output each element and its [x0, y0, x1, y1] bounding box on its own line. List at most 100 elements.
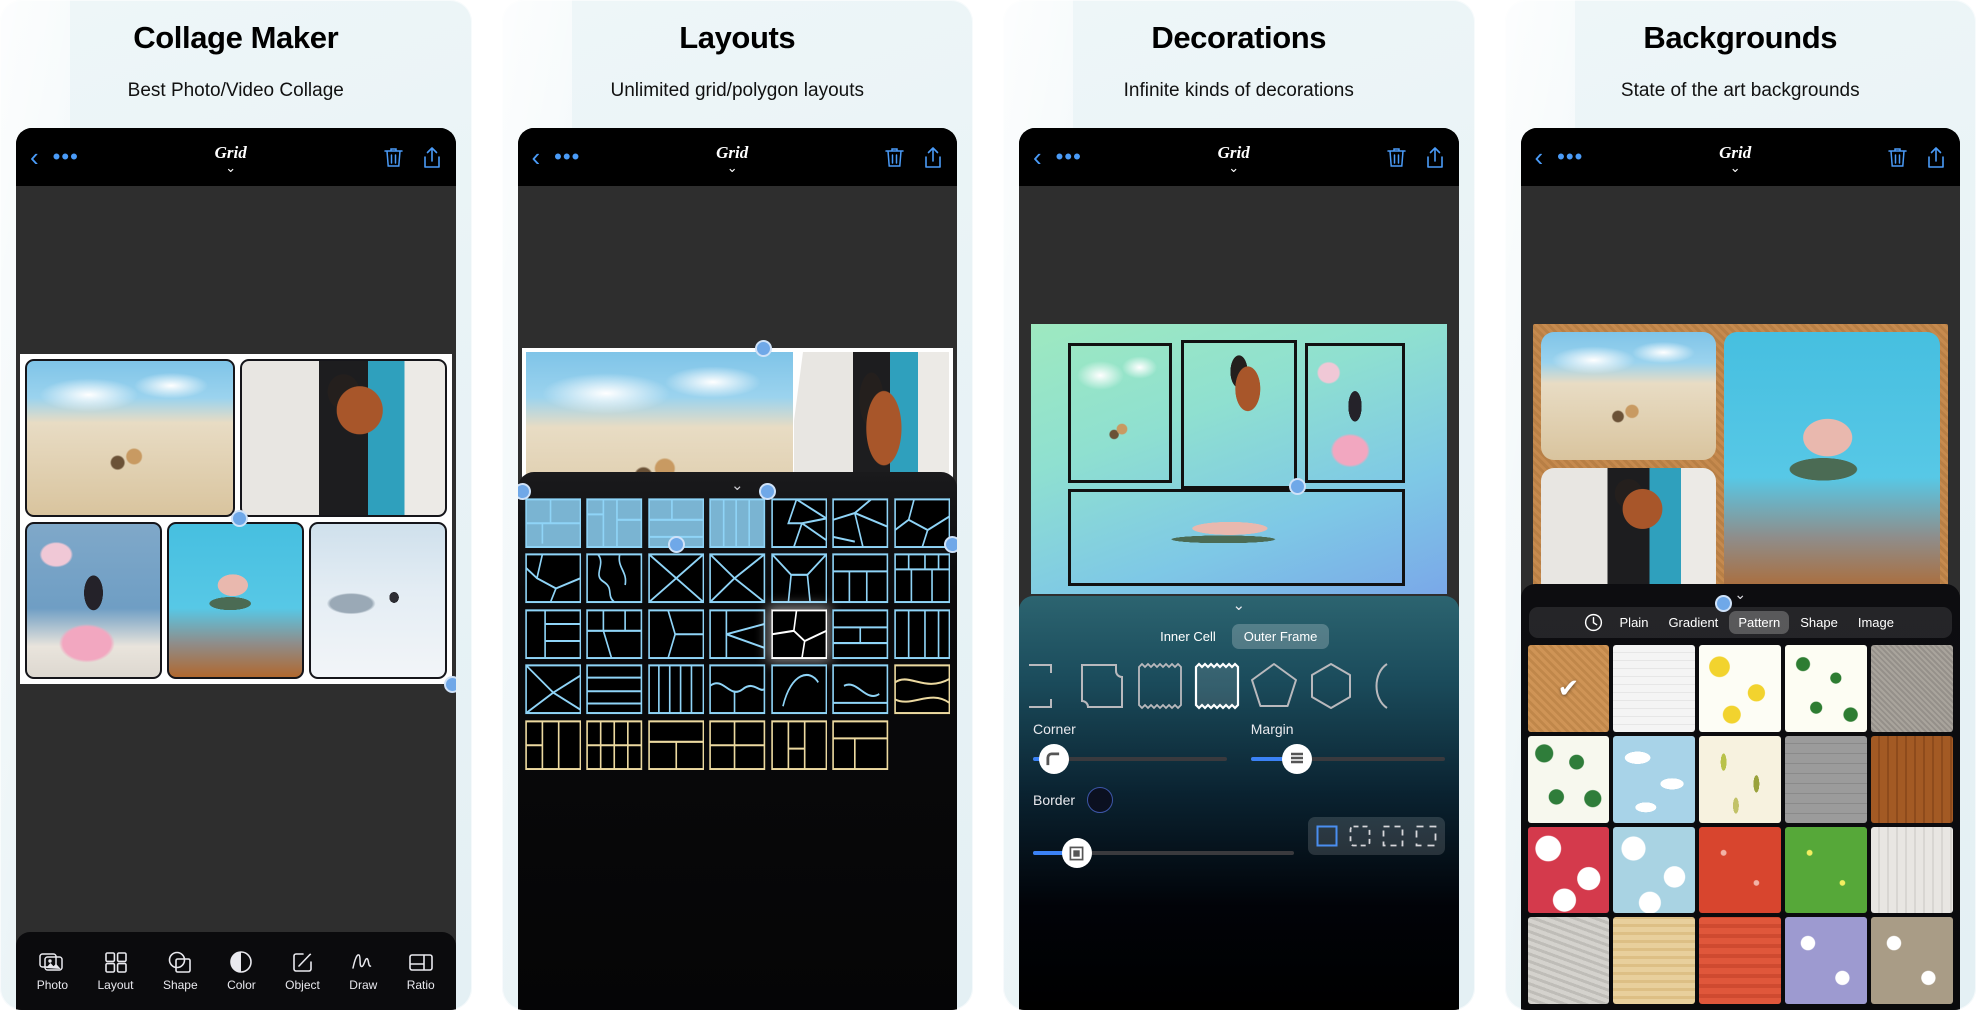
share-icon[interactable]: [923, 146, 943, 169]
background-category-tabs[interactable]: Plain Gradient Pattern Shape Image: [1528, 607, 1952, 638]
layout-thumbnail[interactable]: [709, 498, 766, 549]
shape-notched-square-icon[interactable]: [1078, 661, 1128, 711]
share-icon[interactable]: [422, 146, 442, 169]
editor-canvas-3[interactable]: ⌄ Inner Cell Outer Frame Corner Margin B…: [1019, 186, 1459, 1010]
frame-shape-list[interactable]: [1019, 649, 1459, 711]
back-icon[interactable]: ‹: [532, 144, 541, 170]
collage-cell[interactable]: [25, 521, 163, 679]
trash-icon[interactable]: [1887, 146, 1908, 169]
resize-handle[interactable]: [754, 340, 772, 357]
toolbar-item-color[interactable]: Color: [227, 950, 256, 992]
collage-cell[interactable]: [1068, 488, 1405, 586]
more-icon[interactable]: •••: [554, 146, 580, 168]
segment-inner-cell[interactable]: Inner Cell: [1148, 624, 1228, 649]
editor-canvas-4[interactable]: ⌄ Plain Gradient Pattern Shape Image ✔: [1520, 186, 1961, 1010]
collage-decorated-3[interactable]: [1031, 324, 1447, 594]
layout-thumbnail[interactable]: [524, 608, 581, 660]
slider-corner[interactable]: Corner: [1033, 721, 1227, 774]
slider-border[interactable]: [1033, 835, 1294, 868]
background-swatch-blue-polka[interactable]: [1613, 826, 1696, 914]
toolbar-item-layout[interactable]: Layout: [97, 950, 134, 992]
share-icon[interactable]: [1425, 146, 1445, 169]
slider-margin[interactable]: Margin: [1250, 721, 1445, 774]
background-swatch-yellow-leaves[interactable]: [1699, 645, 1782, 732]
editor-canvas-2[interactable]: ⌄: [517, 186, 957, 1010]
toolbar-item-object[interactable]: Object: [285, 950, 320, 992]
resize-handle[interactable]: [443, 676, 456, 693]
border-color-swatch[interactable]: [1087, 787, 1114, 813]
layout-thumbnail[interactable]: [524, 498, 581, 549]
collage-cell[interactable]: [240, 359, 447, 517]
decorations-sheet[interactable]: ⌄ Inner Cell Outer Frame Corner Margin B…: [1019, 596, 1459, 1010]
layout-thumbnail[interactable]: [893, 498, 950, 549]
layout-thumbnail[interactable]: [709, 608, 766, 660]
bottom-toolbar-1[interactable]: Photo Layout Shape Color Object Draw Rat…: [16, 932, 456, 1010]
layout-thumbnail[interactable]: [586, 608, 643, 660]
layout-thumbnail[interactable]: [770, 664, 827, 715]
background-swatch-grid[interactable]: ✔: [1521, 638, 1961, 1005]
collage-cell[interactable]: [1305, 342, 1405, 484]
layout-thumbnail[interactable]: [832, 498, 889, 549]
layout-thumbnail[interactable]: [647, 608, 704, 660]
border-style-selector[interactable]: [1307, 817, 1445, 855]
layout-thumbnail[interactable]: [709, 719, 766, 771]
collage-cell[interactable]: [1724, 332, 1940, 596]
background-swatch-dark-wood[interactable]: [1871, 735, 1953, 823]
layout-picker-sheet[interactable]: ⌄: [517, 472, 957, 1010]
trash-icon[interactable]: [1386, 146, 1407, 169]
background-swatch-red-polka[interactable]: [1527, 826, 1610, 914]
background-swatch-tan-crowns[interactable]: [1871, 917, 1953, 1005]
layout-thumbnail[interactable]: [586, 498, 643, 549]
sheet-chevron-down-icon[interactable]: ⌄: [1019, 598, 1459, 614]
background-swatch-cream-feathers[interactable]: [1699, 735, 1782, 823]
layout-thumbnail[interactable]: [647, 664, 704, 715]
trash-icon[interactable]: [383, 146, 404, 169]
layout-thumbnail[interactable]: [832, 664, 889, 715]
background-swatch-palm-trees[interactable]: [1785, 645, 1868, 732]
toolbar-item-draw[interactable]: Draw: [349, 950, 377, 992]
collage-cork-4[interactable]: [1533, 324, 1949, 612]
shape-bracket-icon[interactable]: [1025, 661, 1071, 711]
tab-image[interactable]: Image: [1849, 611, 1903, 634]
backgrounds-sheet[interactable]: ⌄ Plain Gradient Pattern Shape Image ✔: [1520, 584, 1961, 1010]
trash-icon[interactable]: [884, 146, 905, 169]
editor-canvas-1[interactable]: [16, 186, 456, 1010]
collage-cell[interactable]: [309, 521, 447, 679]
shape-zigzag-square-selected-icon[interactable]: [1192, 661, 1242, 711]
tab-gradient[interactable]: Gradient: [1659, 611, 1727, 634]
toolbar-item-ratio[interactable]: Ratio: [407, 950, 435, 992]
layout-thumbnail[interactable]: [586, 719, 643, 771]
background-swatch-white-wood[interactable]: [1613, 645, 1696, 732]
back-icon[interactable]: ‹: [1033, 144, 1042, 170]
more-icon[interactable]: •••: [1557, 146, 1583, 168]
topbar-title-group[interactable]: Grid ⌄: [1593, 143, 1877, 174]
collage-cell[interactable]: [1540, 468, 1717, 596]
layout-thumbnail[interactable]: [770, 553, 827, 604]
resize-handle[interactable]: [1288, 477, 1306, 495]
shape-pentagon-icon[interactable]: [1249, 661, 1299, 711]
background-swatch-green-sprouts[interactable]: [1527, 735, 1610, 823]
background-swatch-cork[interactable]: ✔: [1527, 645, 1610, 732]
more-icon[interactable]: •••: [1056, 146, 1082, 168]
shape-arc-icon[interactable]: [1363, 661, 1393, 711]
topbar-title-group[interactable]: Grid ⌄: [1092, 143, 1376, 174]
shape-zigzag-square-icon[interactable]: [1135, 661, 1185, 711]
collage-cell[interactable]: [1068, 342, 1173, 484]
layout-thumbnail[interactable]: [647, 719, 704, 771]
border-square-icon[interactable]: [1061, 838, 1092, 868]
more-icon[interactable]: •••: [53, 146, 79, 168]
collage-grid-1[interactable]: [20, 354, 456, 693]
background-swatch-sky-clouds[interactable]: [1613, 735, 1696, 823]
segment-outer-frame[interactable]: Outer Frame: [1231, 624, 1330, 649]
layout-thumbnail[interactable]: [586, 664, 643, 715]
back-icon[interactable]: ‹: [1535, 144, 1544, 170]
tab-plain[interactable]: Plain: [1611, 611, 1658, 634]
shape-hexagon-icon[interactable]: [1306, 661, 1356, 711]
collage-cell[interactable]: [1180, 340, 1297, 489]
background-swatch-grey-fabric[interactable]: [1871, 645, 1953, 732]
layout-thumbnail[interactable]: [832, 608, 889, 660]
background-swatch-orange-stripes[interactable]: [1699, 917, 1782, 1005]
background-swatch-red-hearts[interactable]: [1699, 826, 1782, 914]
resize-handle[interactable]: [758, 483, 776, 501]
resize-handle[interactable]: [944, 536, 957, 554]
